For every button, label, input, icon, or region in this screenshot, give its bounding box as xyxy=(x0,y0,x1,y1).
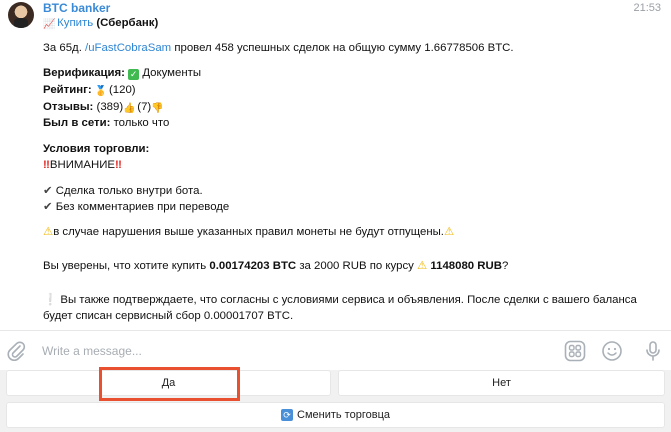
warning-icon: ⚠ xyxy=(443,226,455,239)
switch-trader-button[interactable]: ⟳ Сменить торговца xyxy=(6,402,665,428)
term-line-2: ✔ Без комментариев при переводе xyxy=(43,199,643,216)
confirm-prefix: Вы уверены, что хотите купить xyxy=(43,260,207,273)
attention-line: ‼ВНИМАНИЕ‼ xyxy=(43,157,643,174)
verification-line: Верификация: ✓ Документы xyxy=(43,65,643,82)
avatar[interactable] xyxy=(8,2,34,28)
double-exclamation-icon: ‼ xyxy=(115,159,122,172)
message-body: 📈 Купить (Сбербанк) За 65д. /uFastCobraS… xyxy=(43,15,643,325)
note-line-1: ❕ Вы также подтверждаете, что согласны с… xyxy=(43,292,643,309)
confirm-line: Вы уверены, что хотите купить 0.00174203… xyxy=(43,258,643,275)
confirm-amount: 0.00174203 BTC xyxy=(209,260,297,273)
paperclip-icon[interactable] xyxy=(6,340,26,362)
bank-name: (Сбербанк) xyxy=(96,17,159,29)
term-2: Без комментариев при переводе xyxy=(55,201,230,214)
thumbs-down-icon: 👎 xyxy=(151,102,164,114)
switch-trader-label: Сменить торговца xyxy=(297,409,390,421)
medal-icon: 🥇 xyxy=(94,86,108,98)
sender-name[interactable]: BTC banker xyxy=(43,1,110,15)
terms-heading: Условия торговли: xyxy=(43,141,643,158)
buy-link[interactable]: Купить xyxy=(57,17,93,29)
reviews-label: Отзывы: xyxy=(43,100,94,113)
warning-icon: ⚠ xyxy=(417,260,428,273)
checkmark-icon: ✔ xyxy=(43,184,53,197)
message-input[interactable] xyxy=(42,343,522,359)
intro-prefix: За 65д. xyxy=(43,42,82,55)
reviews-line: Отзывы: (389)👍 (7)👎 xyxy=(43,99,643,116)
bot-reply-keyboard: Да Нет ⟳ Сменить торговца xyxy=(0,370,671,432)
online-label: Был в сети: xyxy=(43,117,111,130)
thumbs-up-icon: 👍 xyxy=(123,102,136,114)
no-button[interactable]: Нет xyxy=(338,370,665,396)
warning-line: ⚠в случае нарушения выше указанных прави… xyxy=(43,224,643,241)
message-input-bar xyxy=(0,330,671,370)
check-mark-icon: ✓ xyxy=(128,69,140,81)
terms-label: Условия торговли: xyxy=(43,142,150,155)
warning-icon: ⚠ xyxy=(43,226,54,239)
intro-line: За 65д. /uFastCobraSam провел 458 успешн… xyxy=(43,40,643,57)
rating-line: Рейтинг: 🥇 (120) xyxy=(43,82,643,99)
rating-value: (120) xyxy=(109,84,136,97)
reviews-positive: (389) xyxy=(96,100,124,113)
term-1: Сделка только внутри бота. xyxy=(55,184,203,197)
confirm-middle: за 2000 RUB по курсу xyxy=(299,260,414,273)
confirm-rate: 1148080 RUB xyxy=(430,260,502,273)
exclamation-icon: ❕ xyxy=(43,293,58,306)
note-line-2: будет списан сервисный сбор 0.00001707 B… xyxy=(43,308,643,325)
online-line: Был в сети: только что xyxy=(43,115,643,132)
verification-label: Верификация: xyxy=(43,67,125,80)
checkmark-icon: ✔ xyxy=(43,201,53,214)
yes-button[interactable]: Да xyxy=(6,370,331,396)
reviews-negative: (7) xyxy=(137,100,152,113)
trader-link[interactable]: /uFastCobraSam xyxy=(85,42,171,54)
chart-up-icon: 📈 xyxy=(43,19,56,30)
online-value: только что xyxy=(113,117,170,130)
refresh-icon: ⟳ xyxy=(281,409,294,421)
bot-keyboard-icon[interactable] xyxy=(564,340,586,362)
verification-value: Документы xyxy=(142,67,202,80)
confirm-question-mark: ? xyxy=(501,260,509,273)
attention-text: ВНИМАНИЕ xyxy=(49,159,115,172)
term-line-1: ✔ Сделка только внутри бота. xyxy=(43,183,643,200)
note-text-1: Вы также подтверждаете, что согласны с у… xyxy=(60,293,637,306)
message-header: 📈 Купить (Сбербанк) xyxy=(43,15,643,32)
microphone-icon[interactable] xyxy=(642,340,664,362)
warning-text: в случае нарушения выше указанных правил… xyxy=(53,226,444,239)
note-text-2: будет списан сервисный сбор 0.00001707 B… xyxy=(43,310,294,323)
chat-area: BTC banker 21:53 📈 Купить (Сбербанк) За … xyxy=(0,0,671,330)
intro-suffix: провел 458 успешных сделок на общую сумм… xyxy=(174,42,514,55)
double-exclamation-icon: ‼ xyxy=(43,159,50,172)
message-time: 21:53 xyxy=(633,2,661,14)
emoji-icon[interactable] xyxy=(601,340,623,362)
rating-label: Рейтинг: xyxy=(43,84,92,97)
